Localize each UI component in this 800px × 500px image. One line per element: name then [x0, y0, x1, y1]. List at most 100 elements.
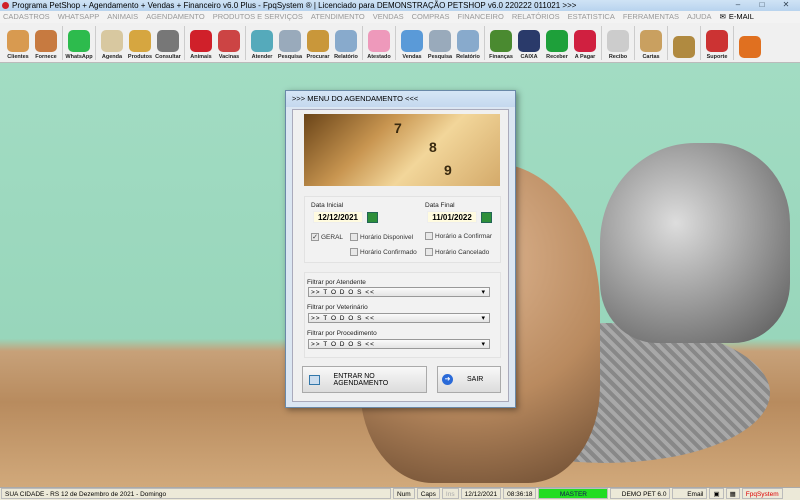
toolbar-button[interactable]: Finanças	[487, 23, 515, 63]
toolbar-icon	[546, 30, 568, 52]
toolbar-label: A Pagar	[574, 54, 596, 60]
toolbar-button[interactable]: Pesquisa	[276, 23, 304, 63]
toolbar-label: Fornece	[35, 54, 57, 60]
confirmado-checkbox[interactable]: Horário Confirmado	[350, 248, 417, 256]
toolbar-icon	[706, 30, 728, 52]
toolbar-button[interactable]: WhatsApp	[65, 23, 93, 63]
toolbar-button[interactable]: Produtos	[126, 23, 154, 63]
toolbar-button[interactable]: Consultar	[154, 23, 182, 63]
toolbar-button[interactable]: Recibo	[604, 23, 632, 63]
calculator-icon[interactable]: ▦	[725, 488, 740, 499]
disponivel-checkbox[interactable]: Horário Disponivel	[350, 233, 413, 241]
menu-item[interactable]: CADASTROS	[3, 11, 50, 23]
banner-number: 8	[429, 139, 437, 155]
toolbar-separator	[634, 26, 635, 60]
menu-item[interactable]: AJUDA	[687, 11, 712, 23]
toolbar-icon	[490, 30, 512, 52]
menu-item[interactable]: WHATSAPP	[58, 11, 100, 23]
toolbar-button[interactable]: Relatório	[332, 23, 360, 63]
menu-item[interactable]: ANIMAIS	[107, 11, 138, 23]
toolbar-button[interactable]: Vacinas	[215, 23, 243, 63]
toolbar-button[interactable]: Receber	[543, 23, 571, 63]
menu-item[interactable]: COMPRAS	[412, 11, 450, 23]
confirmado-label: Horário Confirmado	[360, 248, 417, 256]
filter-procedimento-select[interactable]: >> T O D O S <<	[308, 339, 490, 349]
toolbar: Clientes Fornece WhatsApp Agenda Produtos Con…	[0, 23, 800, 63]
toolbar-icon	[574, 30, 596, 52]
menu-item[interactable]: RELATÓRIOS	[512, 11, 560, 23]
minimize-button[interactable]: –	[728, 0, 748, 10]
toolbar-label: WhatsApp	[65, 54, 93, 60]
menu-email-label: E-MAIL	[728, 12, 754, 21]
toolbar-button[interactable]	[736, 23, 764, 63]
status-email[interactable]: Email	[672, 488, 708, 499]
toolbar-separator	[484, 26, 485, 60]
toolbar-button[interactable]: Pesquisa	[426, 23, 454, 63]
toolbar-button[interactable]	[670, 23, 698, 63]
close-button[interactable]: ✕	[776, 0, 796, 10]
toolbar-button[interactable]: A Pagar	[571, 23, 599, 63]
cancelado-label: Horário Cancelado	[435, 248, 490, 256]
toolbar-button[interactable]: Clientes	[4, 23, 32, 63]
email-icon: ✉	[719, 12, 726, 21]
toolbar-button[interactable]: Animais	[187, 23, 215, 63]
toolbar-icon	[157, 30, 179, 52]
menu-item[interactable]: ESTATISTICA	[568, 11, 615, 23]
status-time: 08:36:18	[503, 488, 537, 499]
toolbar-separator	[667, 26, 668, 60]
toolbar-label: Atender	[251, 54, 273, 60]
toolbar-label: Vendas	[402, 54, 422, 60]
toolbar-button[interactable]: Relatório	[454, 23, 482, 63]
toolbar-button[interactable]: Atestado	[365, 23, 393, 63]
toolbar-button[interactable]: Atender	[248, 23, 276, 63]
geral-checkbox[interactable]: ✓ GERAL	[311, 233, 343, 241]
toolbar-icon	[429, 30, 451, 52]
title-bar: Programa PetShop + Agendamento + Vendas …	[0, 0, 800, 11]
status-brand: FpqSystem	[741, 488, 783, 499]
toolbar-separator	[245, 26, 246, 60]
exit-button[interactable]: ➜ SAIR	[437, 366, 501, 393]
filter-veterinario-label: Filtrar por Veterinário	[307, 304, 368, 311]
toolbar-separator	[700, 26, 701, 60]
filter-veterinario-select[interactable]: >> T O D O S <<	[308, 313, 490, 323]
toolbar-label: Agenda	[101, 54, 123, 60]
toolbar-label: Clientes	[7, 54, 29, 60]
toolbar-button[interactable]: CAIXA	[515, 23, 543, 63]
printer-icon[interactable]: ▣	[709, 488, 724, 499]
toolbar-button[interactable]: Cartas	[637, 23, 665, 63]
toolbar-label: Finanças	[489, 54, 513, 60]
toolbar-icon	[129, 30, 151, 52]
menu-bar: CADASTROS WHATSAPP ANIMAIS AGENDAMENTO PRODU…	[0, 11, 800, 23]
a-confirmar-checkbox[interactable]: Horário a Confirmar	[425, 232, 492, 240]
menu-item-email[interactable]: ✉ E-MAIL	[720, 11, 754, 23]
calendar-icon[interactable]	[367, 212, 378, 223]
data-final-input[interactable]: 11/01/2022	[427, 211, 477, 223]
toolbar-button[interactable]: Agenda	[98, 23, 126, 63]
toolbar-label: Relatório	[456, 54, 480, 60]
toolbar-icon	[218, 30, 240, 52]
status-location: SUA CIDADE - RS 12 de Dezembro de 2021 -…	[1, 488, 391, 499]
enter-agendamento-button[interactable]: ENTRAR NO AGENDAMENTO	[302, 366, 427, 393]
toolbar-separator	[95, 26, 96, 60]
toolbar-label: Suporte	[706, 54, 728, 60]
toolbar-icon	[7, 30, 29, 52]
toolbar-button[interactable]: Procurar	[304, 23, 332, 63]
toolbar-icon	[368, 30, 390, 52]
cancelado-checkbox[interactable]: Horário Cancelado	[425, 248, 489, 256]
menu-item[interactable]: AGENDAMENTO	[146, 11, 205, 23]
toolbar-button[interactable]: Fornece	[32, 23, 60, 63]
toolbar-button[interactable]: Vendas	[398, 23, 426, 63]
menu-item[interactable]: ATENDIMENTO	[311, 11, 365, 23]
data-final-label: Data Final	[425, 202, 455, 209]
filter-group: Filtrar por Atendente >> T O D O S << Fi…	[304, 272, 501, 358]
data-inicial-input[interactable]: 12/12/2021	[313, 211, 363, 223]
calendar-icon[interactable]	[481, 212, 492, 223]
maximize-button[interactable]: □	[752, 0, 772, 10]
menu-item[interactable]: FINANCEIRO	[458, 11, 504, 23]
toolbar-icon	[190, 30, 212, 52]
menu-item[interactable]: VENDAS	[373, 11, 404, 23]
menu-item[interactable]: PRODUTOS E SERVIÇOS	[213, 11, 303, 23]
filter-atendente-select[interactable]: >> T O D O S <<	[308, 287, 490, 297]
menu-item[interactable]: FERRAMENTAS	[623, 11, 679, 23]
toolbar-button[interactable]: Suporte	[703, 23, 731, 63]
